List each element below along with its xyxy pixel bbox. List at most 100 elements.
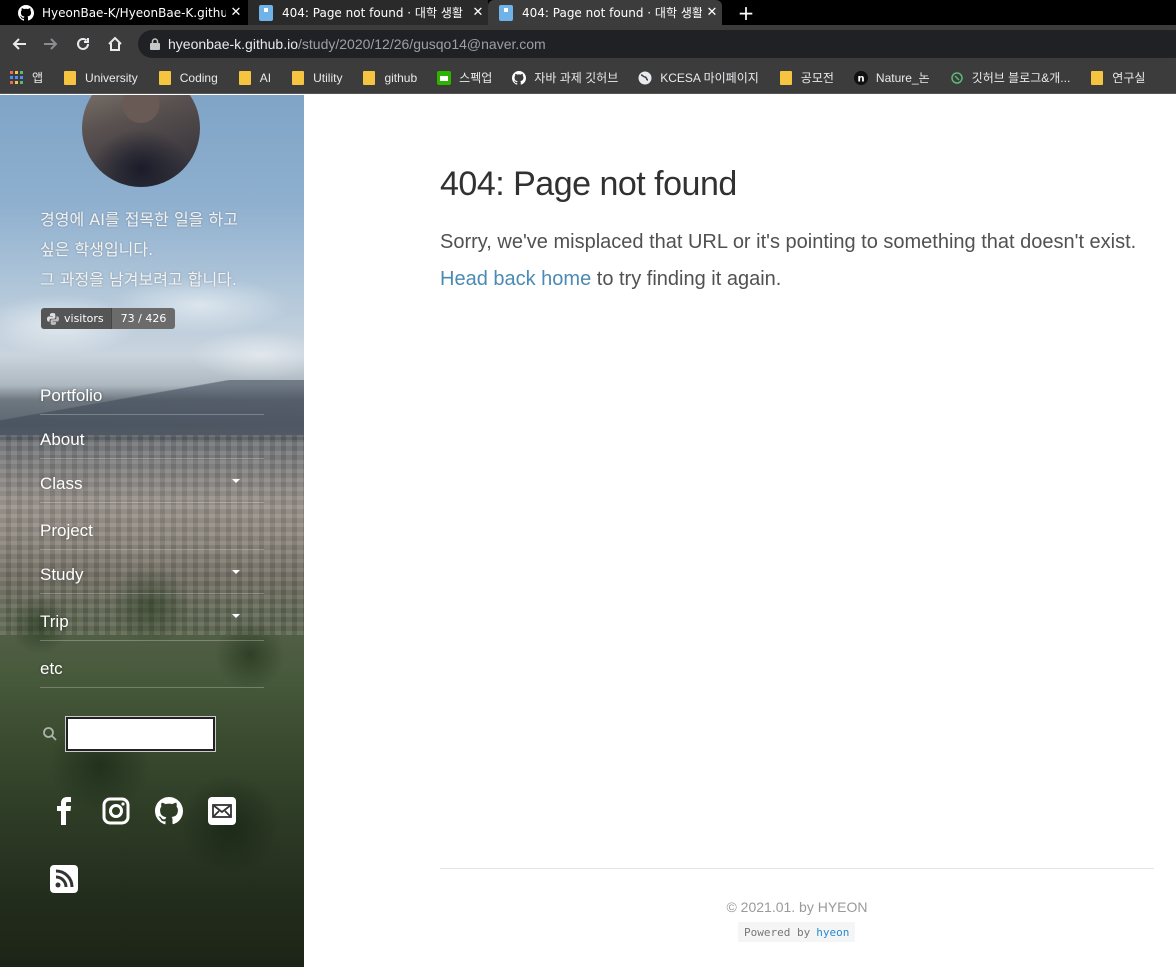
sidebar-nav: Portfolio About Class Project Study Trip…: [40, 373, 264, 688]
search-input[interactable]: [65, 716, 216, 752]
sidebar-item-about[interactable]: About: [40, 415, 264, 459]
bookmark-utility[interactable]: Utility: [291, 70, 343, 85]
close-tab-icon[interactable]: ✕: [702, 5, 722, 20]
message-text: Sorry, we've misplaced that URL or it's …: [440, 231, 1137, 253]
github-icon: [512, 70, 527, 85]
tab-github[interactable]: HyeonBae-K/HyeonBae-K.github ✕: [8, 0, 246, 25]
tab-404-2[interactable]: 404: Page not found · 대학 생활 ✕: [488, 0, 722, 25]
powered-by: Powered by hyeon: [738, 922, 856, 942]
caret-down-icon[interactable]: [232, 614, 240, 618]
bookmark-label: 자바 과제 깃허브: [534, 71, 619, 85]
sidebar-item-study[interactable]: Study: [40, 550, 264, 594]
powered-link[interactable]: hyeon: [816, 926, 849, 939]
nav-label: Project: [40, 521, 93, 540]
url-host: hyeonbae-k.github.io: [168, 36, 298, 52]
apps-icon: [10, 70, 24, 85]
url-field[interactable]: hyeonbae-k.github.io/study/2020/12/26/gu…: [138, 30, 1176, 58]
tab-strip: HyeonBae-K/HyeonBae-K.github ✕ 404: Page…: [0, 0, 1176, 25]
folder-icon: [362, 70, 376, 85]
bio-line: 경영에 AI를 접목한 일을 하고: [40, 210, 238, 229]
folder-icon: [1090, 70, 1104, 85]
nav-label: Class: [40, 474, 83, 493]
folder-icon: [63, 70, 77, 85]
bookmark-label: 공모전: [800, 71, 834, 85]
close-tab-icon[interactable]: ✕: [226, 5, 246, 20]
folder-icon: [158, 70, 172, 85]
bookmark-label: Nature_논: [875, 71, 930, 85]
tab-404-1[interactable]: 404: Page not found · 대학 생활 ✕: [248, 0, 488, 25]
page-icon: [258, 4, 274, 21]
bookmark-university[interactable]: University: [63, 70, 138, 85]
bookmark-apps[interactable]: 앱: [10, 69, 43, 86]
url-path: /study/2020/12/26/gusqo14@naver.com: [298, 36, 546, 52]
page: 경영에 AI를 접목한 일을 하고 싶은 학생입니다. 그 과정을 남겨보려고 …: [0, 95, 1176, 967]
visitors-label-text: visitors: [64, 312, 104, 325]
folder-icon: [238, 70, 252, 85]
visitors-label: visitors: [41, 308, 111, 329]
sidebar-item-trip[interactable]: Trip: [40, 594, 264, 641]
sidebar-item-class[interactable]: Class: [40, 459, 264, 503]
sidebar-item-project[interactable]: Project: [40, 503, 264, 550]
bookmark-label: 스펙업: [459, 71, 493, 85]
caret-down-icon[interactable]: [232, 570, 240, 574]
message-text: to try finding it again.: [591, 268, 782, 290]
sidebar-item-etc[interactable]: etc: [40, 641, 264, 688]
bookmark-label: 깃허브 블로그&개...: [971, 71, 1071, 85]
folder-icon: [779, 70, 793, 85]
folder-icon: [291, 70, 305, 85]
tab-title: 404: Page not found · 대학 생활: [282, 6, 463, 20]
home-icon[interactable]: [102, 31, 128, 57]
bio: 경영에 AI를 접목한 일을 하고 싶은 학생입니다. 그 과정을 남겨보려고 …: [40, 205, 280, 295]
bookmark-kcesa[interactable]: KCESA 마이페이지: [638, 69, 759, 86]
back-arrow-icon[interactable]: [6, 31, 32, 57]
lock-icon[interactable]: [150, 38, 160, 50]
url-text: hyeonbae-k.github.io/study/2020/12/26/gu…: [168, 36, 546, 52]
svg-text:n: n: [857, 73, 864, 84]
bookmark-blog[interactable]: 깃허브 블로그&개...: [950, 69, 1071, 86]
bookmark-github[interactable]: github: [362, 70, 418, 85]
bookmark-java-github[interactable]: 자바 과제 깃허브: [512, 69, 618, 86]
facebook-icon[interactable]: [48, 795, 80, 827]
nav-label: Portfolio: [40, 386, 103, 405]
sidebar-search: [42, 716, 216, 752]
blog-icon: [950, 71, 964, 85]
bookmark-label: Coding: [179, 70, 218, 85]
bookmark-label: AI: [259, 70, 272, 85]
bookmark-speckup[interactable]: 스펙업: [437, 69, 492, 86]
address-bar: hyeonbae-k.github.io/study/2020/12/26/gu…: [0, 25, 1176, 62]
email-icon[interactable]: [206, 795, 238, 827]
new-tab-button[interactable]: +: [735, 0, 757, 25]
bookmark-label: github: [384, 70, 418, 85]
bookmark-lab[interactable]: 연구실: [1090, 69, 1145, 86]
forward-arrow-icon[interactable]: [38, 31, 64, 57]
avatar[interactable]: [82, 95, 200, 187]
copyright: © 2021.01. by HYEON: [726, 899, 868, 915]
nav-label: etc: [40, 659, 63, 678]
visitors-badge[interactable]: visitors 73 / 426: [41, 308, 176, 329]
bookmark-contest[interactable]: 공모전: [779, 69, 834, 86]
rss-icon[interactable]: [48, 863, 80, 895]
close-tab-icon[interactable]: ✕: [468, 5, 488, 20]
bookmark-label: Utility: [313, 70, 343, 85]
bookmark-nature[interactable]: n Nature_논: [853, 69, 930, 86]
error-message: Sorry, we've misplaced that URL or it's …: [440, 224, 1140, 298]
notion-icon: n: [853, 70, 868, 85]
nav-label: Study: [40, 565, 84, 584]
caret-down-icon[interactable]: [232, 479, 240, 483]
bookmark-label: 연구실: [1112, 71, 1146, 85]
reload-icon[interactable]: [70, 31, 96, 57]
bookmark-coding[interactable]: Coding: [158, 70, 218, 85]
main-content: 404: Page not found Sorry, we've misplac…: [304, 95, 1176, 967]
bookmark-label: University: [85, 70, 138, 85]
bio-line: 그 과정을 남겨보려고 합니다.: [40, 270, 237, 289]
home-link[interactable]: Head back home: [440, 268, 591, 290]
page-icon: [498, 4, 514, 21]
sidebar-item-portfolio[interactable]: Portfolio: [40, 373, 264, 415]
bookmarks-bar: 앱 University Coding AI Utility github 스펙…: [0, 62, 1176, 94]
github-icon[interactable]: [153, 795, 185, 827]
instagram-icon[interactable]: [100, 795, 132, 827]
bookmark-ai[interactable]: AI: [238, 70, 272, 85]
bookmark-label: 앱: [32, 71, 44, 85]
tab-title: HyeonBae-K/HyeonBae-K.github: [42, 5, 226, 20]
nav-label: About: [40, 430, 85, 449]
